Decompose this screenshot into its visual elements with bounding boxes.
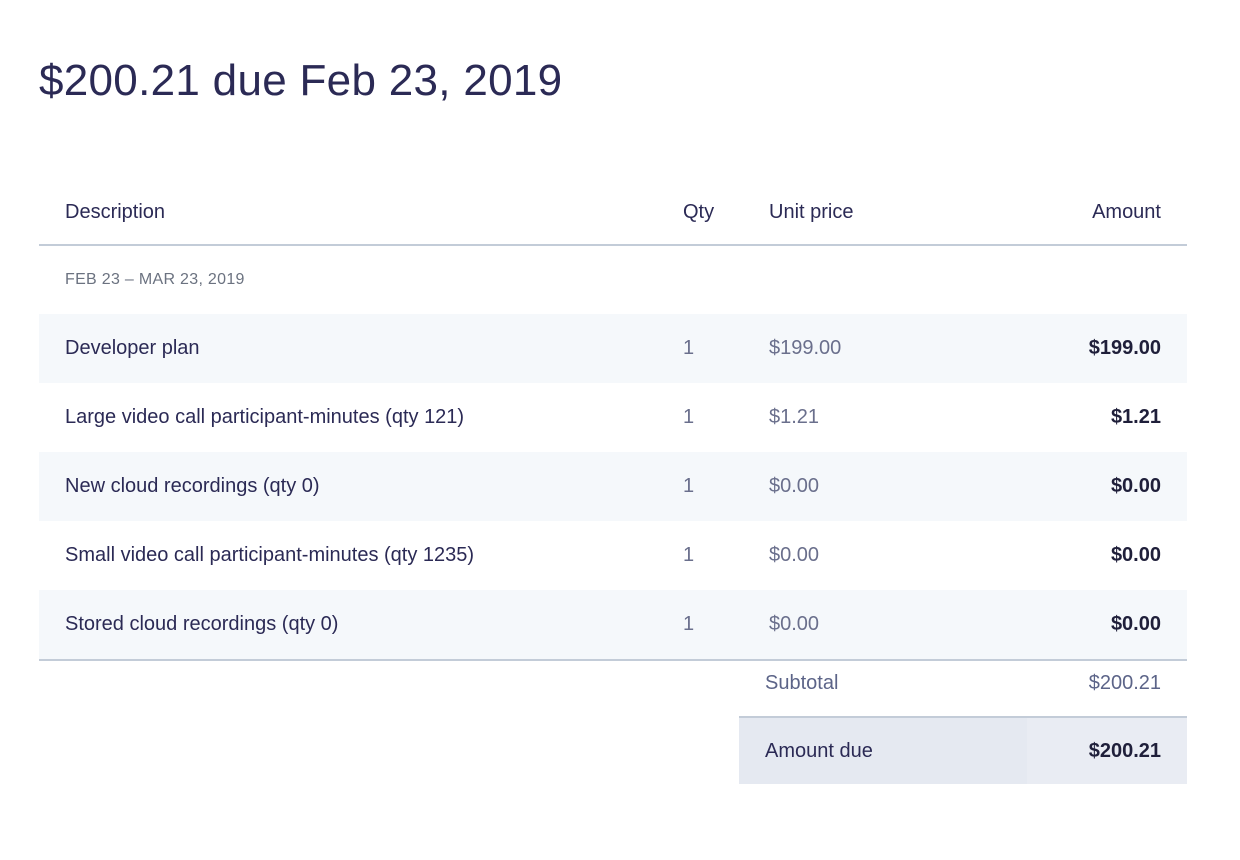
amount-due-value: $200.21 <box>1027 717 1187 784</box>
item-amount: $0.00 <box>1110 544 1161 566</box>
item-amount: $199.00 <box>1027 314 1187 383</box>
item-description: New cloud recordings (qty 0) <box>39 452 649 521</box>
item-description: Developer plan <box>39 314 649 383</box>
subtotal-value: $200.21 <box>1027 650 1187 718</box>
amount-due-row: Amount due $200.21 <box>739 717 1187 784</box>
item-qty: 1 <box>649 590 739 661</box>
page-title: $200.21 due Feb 23, 2019 <box>39 56 563 105</box>
item-unit-price: $1.21 <box>769 406 820 428</box>
subtotal-label: Subtotal <box>739 650 1027 718</box>
item-qty: 1 <box>683 544 695 566</box>
item-unit-price: $0.00 <box>769 544 820 566</box>
item-description: Stored cloud recordings (qty 0) <box>39 590 649 661</box>
totals-table: Subtotal $200.21 Amount due $200.21 <box>739 650 1187 784</box>
item-unit-price: $199.00 <box>739 314 1027 383</box>
amount-due-label: Amount due <box>739 717 1027 784</box>
subtotal-row: Subtotal $200.21 <box>739 650 1187 718</box>
item-qty: 1 <box>649 452 739 521</box>
column-header-description: Description <box>39 180 649 246</box>
column-header-qty: Qty <box>649 180 739 246</box>
table-row: Small video call participant-minutes (qt… <box>39 521 1187 590</box>
billing-period-row: FEB 23 – MAR 23, 2019 <box>39 245 1187 314</box>
table-row: Developer plan 1 $199.00 $199.00 <box>39 314 1187 383</box>
item-description: Small video call participant-minutes (qt… <box>65 544 475 566</box>
table-row: Large video call participant-minutes (qt… <box>39 383 1187 452</box>
invoice-page: $200.21 due Feb 23, 2019 Description Qty… <box>0 0 1240 860</box>
item-unit-price: $0.00 <box>739 452 1027 521</box>
table-row: New cloud recordings (qty 0) 1 $0.00 $0.… <box>39 452 1187 521</box>
item-amount: $1.21 <box>1110 406 1161 428</box>
column-header-amount: Amount <box>1027 180 1187 246</box>
item-amount: $0.00 <box>1027 452 1187 521</box>
item-description: Large video call participant-minutes (qt… <box>65 406 465 428</box>
column-header-unit-price: Unit price <box>739 180 1027 246</box>
item-qty: 1 <box>683 406 695 428</box>
table-header-row: Description Qty Unit price Amount <box>39 180 1187 246</box>
billing-period: FEB 23 – MAR 23, 2019 <box>65 271 245 288</box>
item-qty: 1 <box>649 314 739 383</box>
line-items-table: Description Qty Unit price Amount FEB 23… <box>39 180 1187 661</box>
